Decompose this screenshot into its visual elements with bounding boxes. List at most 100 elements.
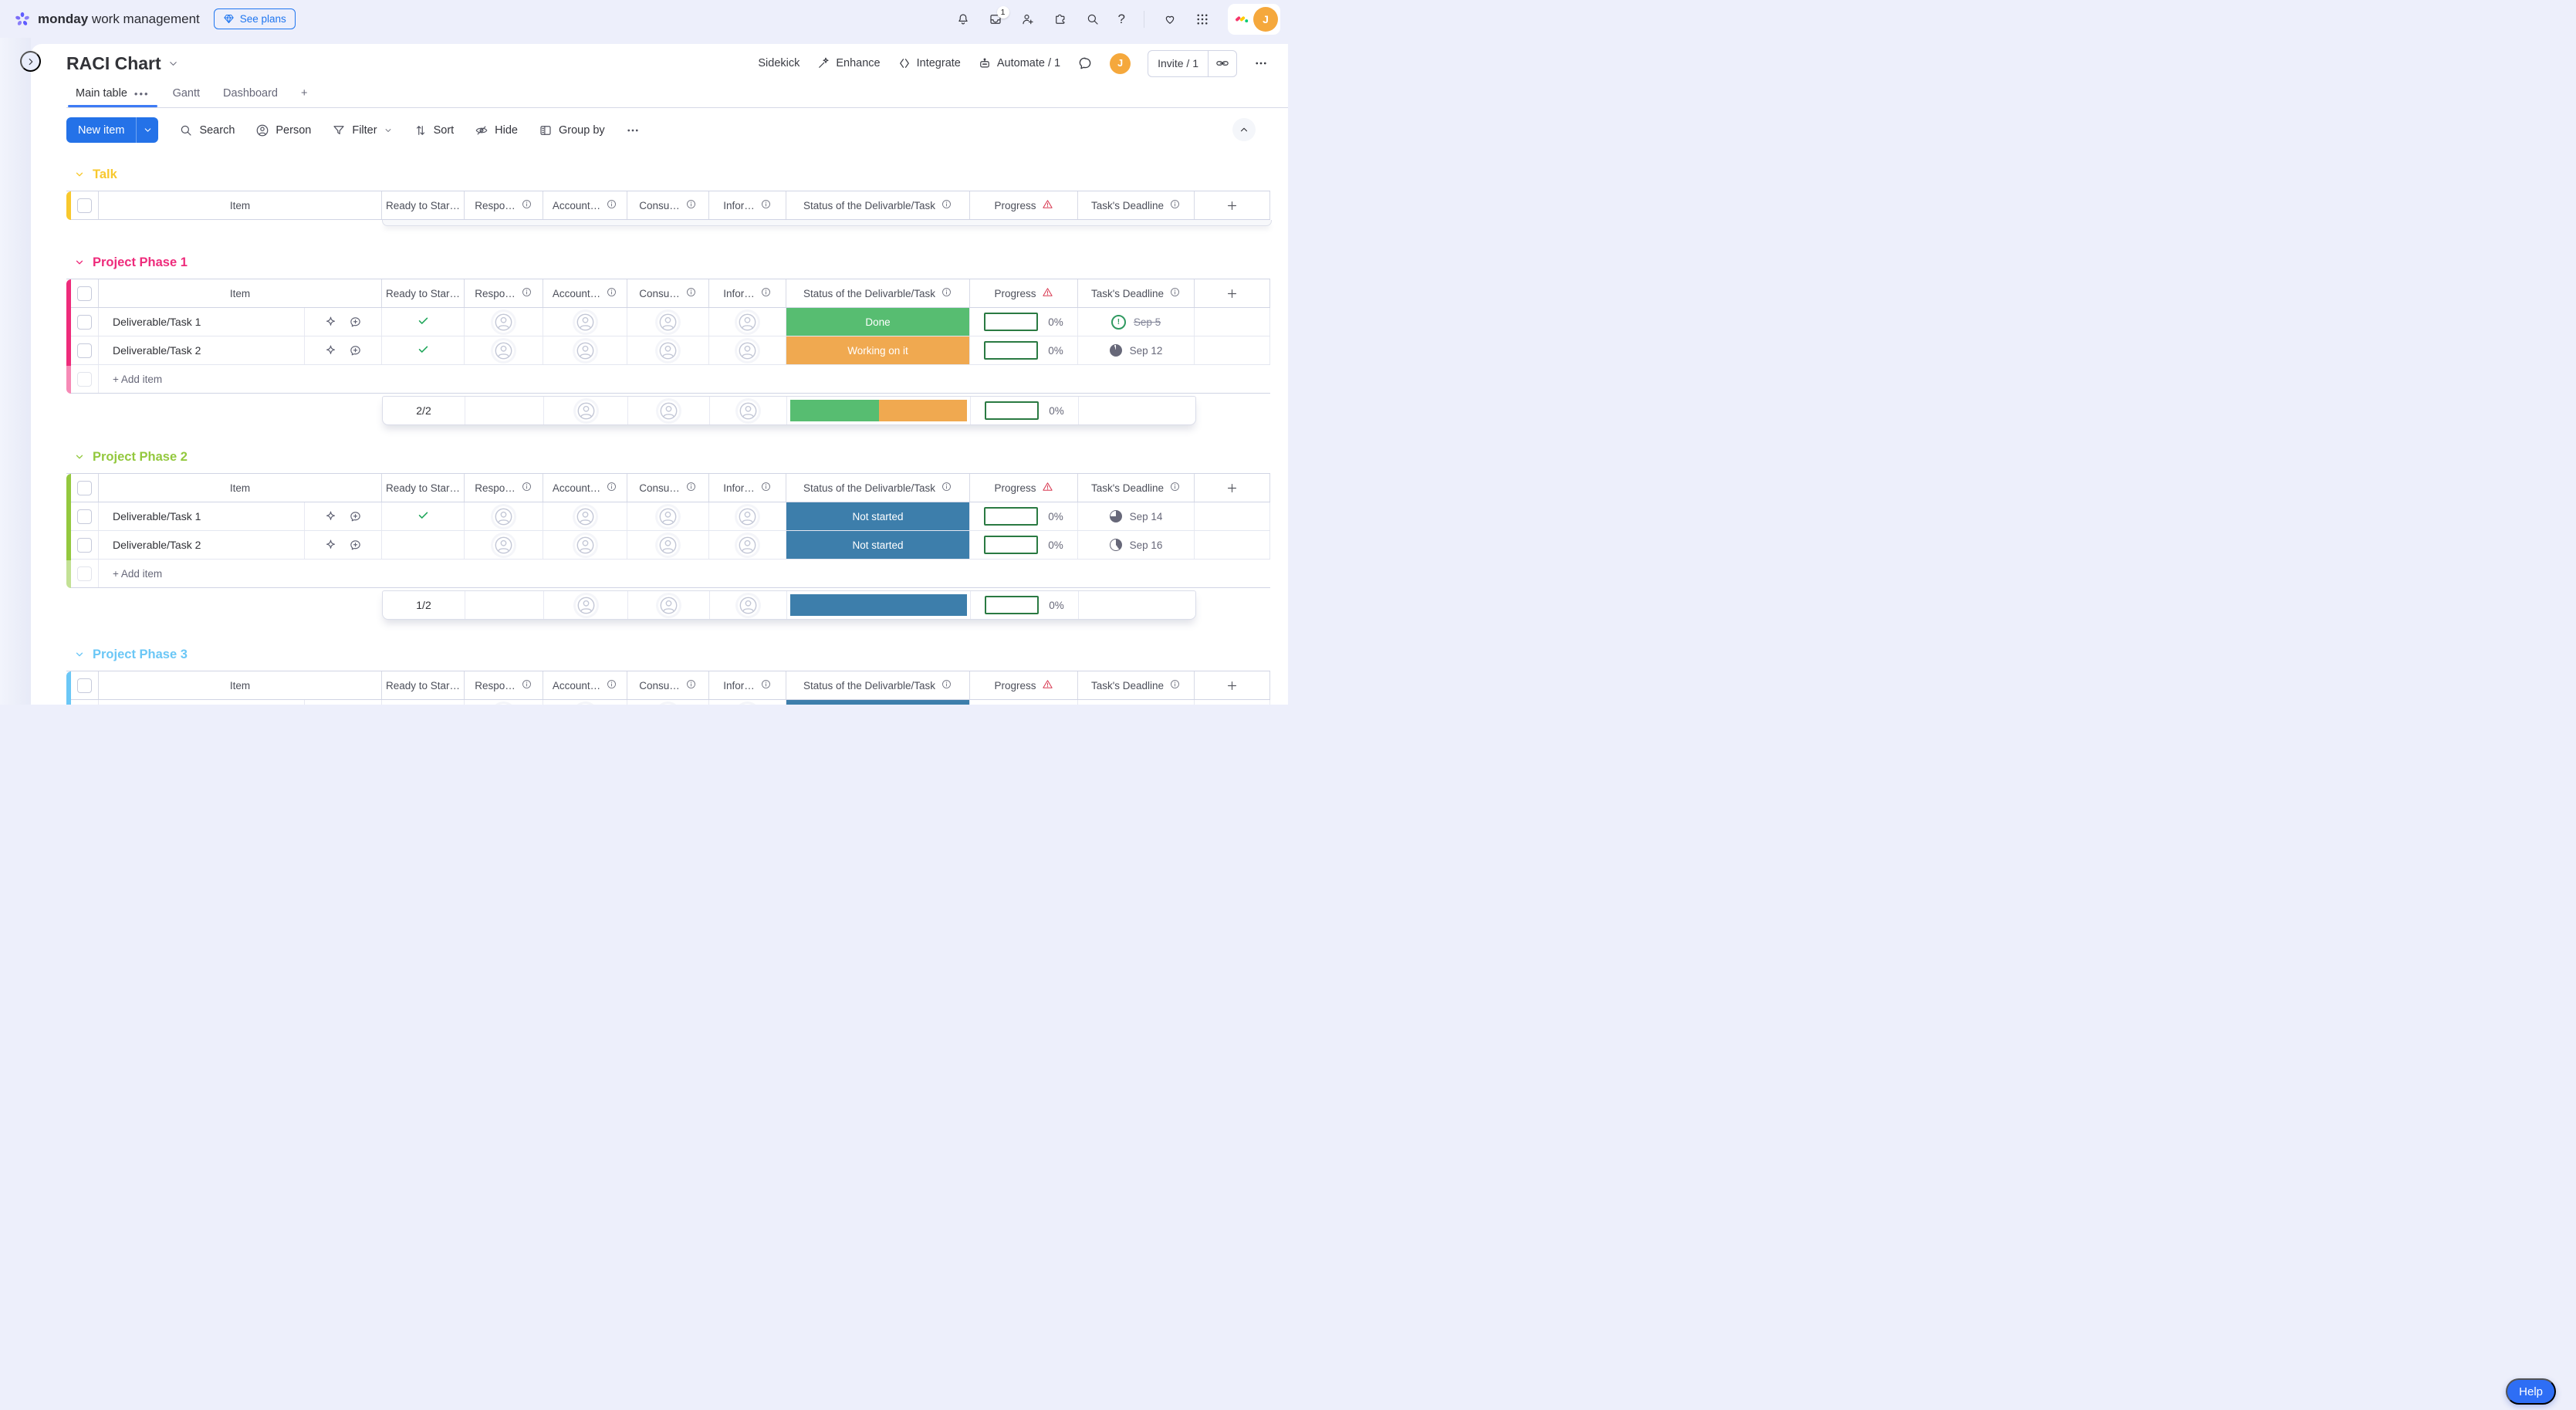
informed-cell[interactable] xyxy=(709,502,786,530)
info-icon[interactable] xyxy=(685,286,697,300)
info-icon[interactable] xyxy=(606,286,617,300)
ai-sparkle-icon[interactable] xyxy=(324,316,337,329)
progress-cell[interactable]: 0% xyxy=(970,531,1078,559)
column-header-responsible[interactable]: Respo… xyxy=(465,671,543,699)
new-item-dropdown[interactable] xyxy=(136,117,158,143)
responsible-cell[interactable] xyxy=(465,308,543,336)
add-column-button[interactable] xyxy=(1195,191,1270,219)
column-header-deadline[interactable]: Task's Deadline xyxy=(1078,191,1195,219)
select-all-checkbox[interactable] xyxy=(77,286,92,301)
add-update-icon[interactable] xyxy=(349,344,362,357)
deadline[interactable]: Sep 16 xyxy=(1110,539,1163,551)
column-header-responsible[interactable]: Respo… xyxy=(465,279,543,307)
accountable-cell[interactable] xyxy=(543,502,627,530)
status-badge[interactable]: Not started xyxy=(786,531,969,559)
progress-cell[interactable]: 0% xyxy=(970,308,1078,336)
help-button[interactable]: Help xyxy=(2506,1378,2556,1405)
column-header-accountable[interactable]: Account… xyxy=(543,191,627,219)
add-column-button[interactable] xyxy=(1195,671,1270,699)
user-avatar[interactable]: J xyxy=(1253,7,1278,32)
column-header-consulted[interactable]: Consu… xyxy=(627,279,709,307)
ready-cell[interactable] xyxy=(382,502,465,530)
column-header-consulted[interactable]: Consu… xyxy=(627,671,709,699)
column-header-status[interactable]: Status of the Delivarble/Task xyxy=(786,671,970,699)
search-icon[interactable] xyxy=(1086,12,1100,26)
accountable-cell[interactable] xyxy=(543,700,627,705)
column-header-responsible[interactable]: Respo… xyxy=(465,474,543,502)
warning-icon[interactable] xyxy=(1042,286,1053,300)
info-icon[interactable] xyxy=(606,678,617,692)
select-all-checkbox[interactable] xyxy=(77,678,92,693)
item-name[interactable]: Deliverable/Task 2 xyxy=(99,539,304,551)
tab-add-view[interactable]: + xyxy=(292,84,316,107)
info-icon[interactable] xyxy=(1169,198,1181,212)
add-item-button[interactable]: + Add item xyxy=(99,365,1270,393)
ready-cell[interactable] xyxy=(382,308,465,336)
info-icon[interactable] xyxy=(1169,481,1181,495)
consulted-cell[interactable] xyxy=(627,700,709,705)
column-header-ready[interactable]: Ready to Star… xyxy=(382,191,465,219)
informed-cell[interactable] xyxy=(709,531,786,559)
sort-tool[interactable]: Sort xyxy=(414,123,455,137)
responsible-cell[interactable] xyxy=(465,336,543,364)
column-header-item[interactable]: Item xyxy=(99,279,382,307)
column-header-informed[interactable]: Infor… xyxy=(709,474,786,502)
progress-cell[interactable]: 0% xyxy=(970,700,1078,705)
item-name[interactable]: Deliverable/Task 1 xyxy=(99,510,304,522)
info-icon[interactable] xyxy=(685,678,697,692)
progress-cell[interactable]: 0% xyxy=(970,502,1078,530)
select-all-checkbox[interactable] xyxy=(77,198,92,213)
tab-gantt[interactable]: Gantt xyxy=(164,84,209,107)
tab-main-table[interactable]: Main table••• xyxy=(66,84,159,107)
toolbar-more-button[interactable] xyxy=(626,123,640,137)
ready-cell[interactable] xyxy=(382,531,465,559)
filter-tool[interactable]: Filter xyxy=(332,123,392,137)
row-checkbox[interactable] xyxy=(77,509,92,524)
info-icon[interactable] xyxy=(521,481,532,495)
column-header-item[interactable]: Item xyxy=(99,671,382,699)
ready-cell[interactable] xyxy=(382,700,465,705)
responsible-cell[interactable] xyxy=(465,502,543,530)
add-column-button[interactable] xyxy=(1195,474,1270,502)
row-checkbox[interactable] xyxy=(77,343,92,358)
integrate-button[interactable]: Integrate xyxy=(898,56,961,70)
info-icon[interactable] xyxy=(941,481,952,495)
accountable-cell[interactable] xyxy=(543,308,627,336)
board-menu-button[interactable] xyxy=(1254,56,1268,70)
column-header-responsible[interactable]: Respo… xyxy=(465,191,543,219)
status-distribution-cell[interactable] xyxy=(787,397,971,424)
tab-options-icon[interactable]: ••• xyxy=(134,88,150,100)
column-header-status[interactable]: Status of the Delivarble/Task xyxy=(786,191,970,219)
status-badge[interactable]: Not started xyxy=(786,700,969,705)
ai-sparkle-icon[interactable] xyxy=(324,539,337,552)
deadline[interactable]: Sep 12 xyxy=(1110,344,1163,357)
add-update-icon[interactable] xyxy=(349,316,362,329)
product-switcher-icon[interactable] xyxy=(1195,12,1209,26)
tab-dashboard[interactable]: Dashboard xyxy=(214,84,287,107)
monday-logo[interactable]: monday work management xyxy=(14,11,200,28)
search-tool[interactable]: Search xyxy=(179,123,235,137)
column-header-deadline[interactable]: Task's Deadline xyxy=(1078,671,1195,699)
column-header-deadline[interactable]: Task's Deadline xyxy=(1078,474,1195,502)
help-question-icon[interactable]: ? xyxy=(1118,12,1125,27)
expand-sidebar-button[interactable] xyxy=(20,51,41,72)
column-header-progress[interactable]: Progress xyxy=(970,279,1078,307)
automate-button[interactable]: Automate / 1 xyxy=(978,56,1060,70)
row-checkbox[interactable] xyxy=(77,315,92,330)
info-icon[interactable] xyxy=(1169,678,1181,692)
column-header-deadline[interactable]: Task's Deadline xyxy=(1078,279,1195,307)
item-name[interactable]: Deliverable/Task 2 xyxy=(99,344,304,357)
info-icon[interactable] xyxy=(941,198,952,212)
status-badge[interactable]: Done xyxy=(786,308,969,336)
group-title-phase-3[interactable]: Project Phase 3 xyxy=(74,646,1288,663)
column-header-informed[interactable]: Infor… xyxy=(709,191,786,219)
inbox-icon[interactable]: 1 xyxy=(989,12,1002,26)
info-icon[interactable] xyxy=(606,481,617,495)
info-icon[interactable] xyxy=(521,678,532,692)
new-item-button[interactable]: New item xyxy=(66,117,136,143)
status-badge[interactable]: Not started xyxy=(786,502,969,530)
column-header-accountable[interactable]: Account… xyxy=(543,671,627,699)
group-title-talk[interactable]: Talk xyxy=(74,166,1288,183)
consulted-cell[interactable] xyxy=(627,336,709,364)
column-header-consulted[interactable]: Consu… xyxy=(627,191,709,219)
